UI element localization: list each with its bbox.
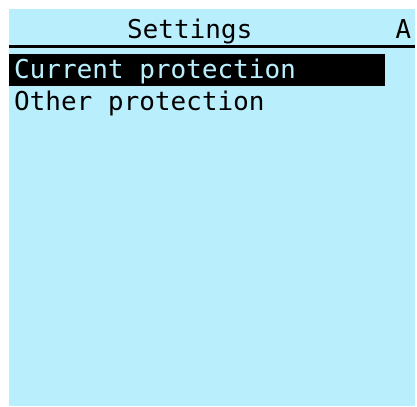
header-bar: Settings A [9, 15, 415, 45]
page-title: Settings [127, 15, 253, 45]
settings-menu: Current protection Other protection [9, 54, 415, 118]
lcd-screen: Settings A Current protection Other prot… [9, 9, 415, 406]
menu-item-other-protection[interactable]: Other protection [9, 86, 385, 118]
menu-item-current-protection[interactable]: Current protection [9, 54, 385, 86]
header-divider [9, 45, 415, 48]
access-level-indicator: A [395, 15, 411, 45]
